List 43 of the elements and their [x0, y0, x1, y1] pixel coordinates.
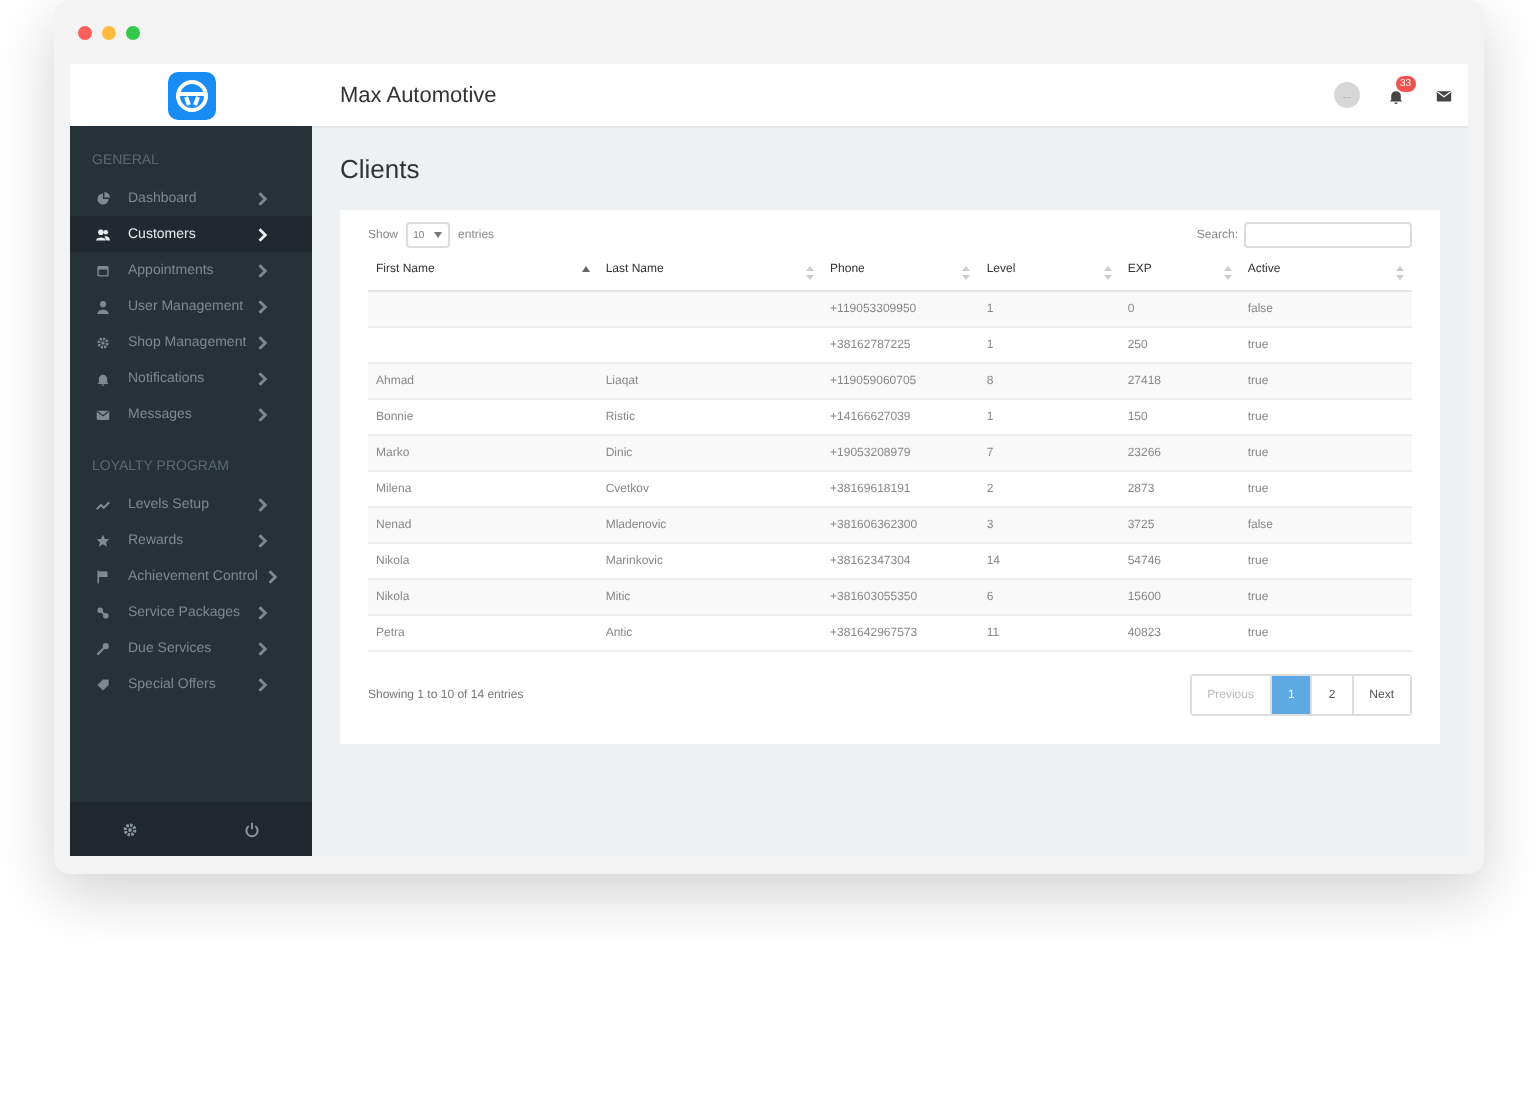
calendar-icon [96, 263, 110, 277]
settings-icon[interactable] [122, 821, 139, 837]
link-icon [96, 605, 110, 619]
envelope-icon[interactable] [1436, 87, 1452, 103]
envelope-icon [96, 407, 110, 421]
chevron-icon [256, 371, 270, 385]
page-title: Clients [340, 154, 422, 184]
sort-icon[interactable] [1396, 263, 1404, 281]
sort-icon[interactable] [1103, 263, 1112, 281]
minimize-button[interactable] [102, 25, 116, 39]
app-title: Max Automotive [340, 83, 499, 107]
chevron-icon [256, 677, 270, 691]
chevron-icon [256, 605, 270, 619]
star-icon [96, 533, 110, 547]
chevron-icon [256, 497, 270, 511]
flag-icon [96, 569, 110, 583]
sort-icon[interactable] [806, 263, 815, 281]
steering-wheel-logo-icon [167, 71, 215, 119]
chevron-icon [256, 641, 270, 655]
search-field[interactable] [1244, 222, 1412, 248]
maximize-button[interactable] [126, 25, 140, 39]
chevron-icon [265, 569, 280, 583]
bell-icon[interactable] [1388, 87, 1404, 103]
power-icon[interactable] [243, 821, 260, 837]
user-icon [96, 299, 110, 313]
chevron-icon [256, 335, 270, 349]
chevron-icon [256, 299, 270, 313]
wrench-icon [96, 641, 110, 655]
sort-icon[interactable] [1223, 263, 1232, 281]
chevron-icon [256, 533, 270, 547]
chevron-icon [256, 191, 270, 205]
pie-chart-icon [96, 191, 110, 205]
sort-icon[interactable] [962, 263, 971, 281]
bell-icon [96, 371, 110, 385]
users-icon [96, 227, 110, 241]
chevron-icon [256, 227, 270, 241]
caret-icon [434, 232, 443, 238]
close-button[interactable] [78, 25, 92, 39]
trend-line-icon [96, 497, 110, 511]
tag-icon [96, 677, 110, 691]
chevron-icon [256, 407, 270, 421]
settings-icon [96, 335, 110, 349]
chevron-icon [256, 263, 270, 277]
